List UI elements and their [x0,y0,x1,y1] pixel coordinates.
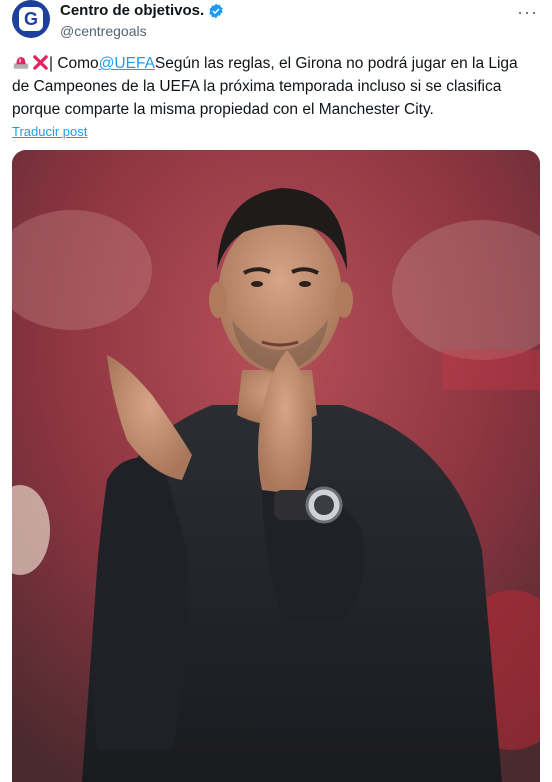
more-options-icon[interactable]: ··· [517,2,538,23]
display-name[interactable]: Centro de objetivos. [60,2,204,19]
avatar[interactable]: G [12,0,50,38]
tweet-text: | Como@UEFASegún las reglas, el Girona n… [12,52,538,121]
verified-badge-icon [209,3,223,18]
avatar-logo: G [19,7,43,31]
tweet-header: G Centro de objetivos. @centregoals ··· [12,0,552,44]
tweet-text-prefix: | Como [49,55,99,72]
coach-photo [12,150,540,782]
mention-link[interactable]: @UEFA [99,55,155,72]
author-handle[interactable]: @centregoals [60,23,224,39]
tweet-media-photo[interactable] [12,150,540,782]
police-light-emoji-icon [13,57,29,69]
display-name-row: Centro de objetivos. [60,2,224,19]
translate-post-link[interactable]: Traducir post [12,124,87,139]
cross-mark-emoji-icon [33,55,48,70]
author-names: Centro de objetivos. @centregoals [60,2,224,39]
